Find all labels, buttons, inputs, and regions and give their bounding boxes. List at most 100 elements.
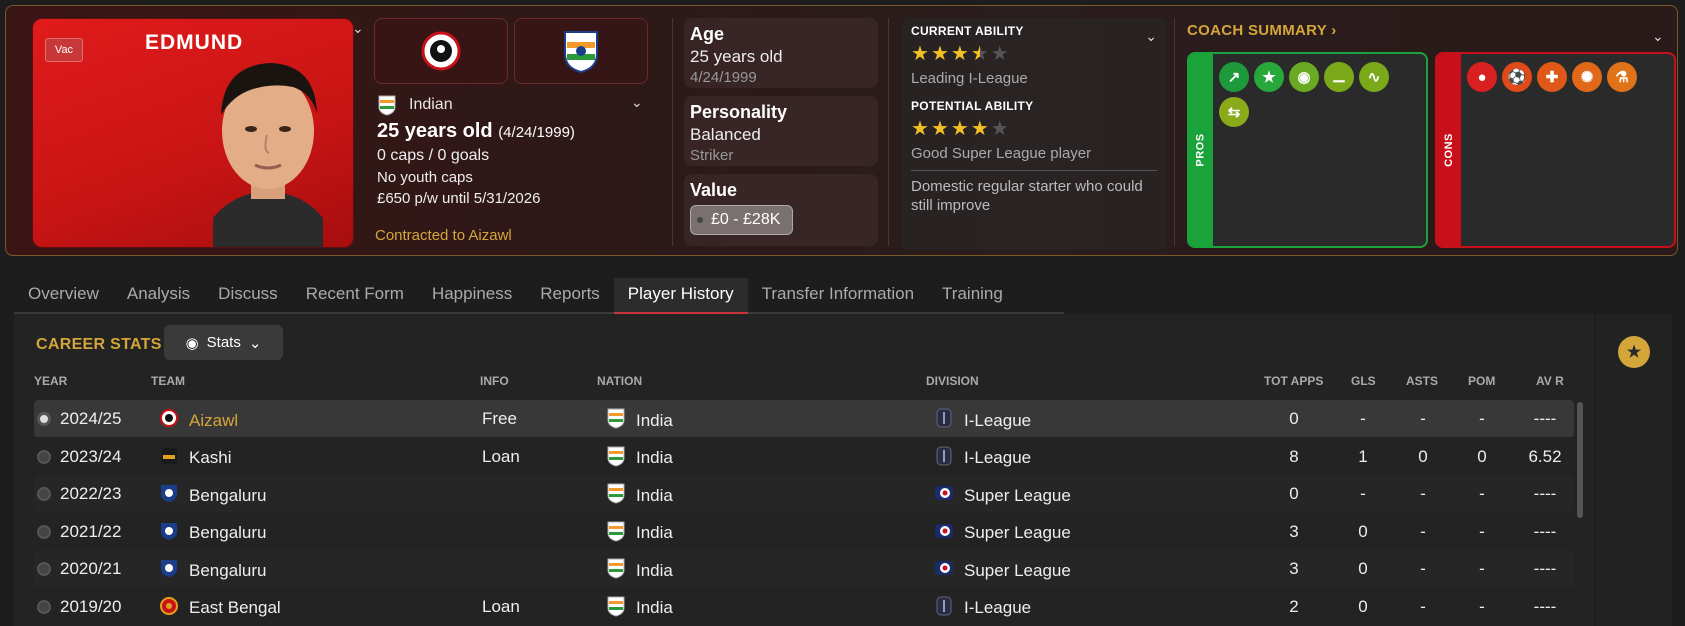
star-icon: ★ [970,43,989,65]
cell-team[interactable]: Aizawl [159,407,238,434]
col-info[interactable]: INFO [480,374,509,388]
cell-team[interactable]: Bengaluru [159,482,267,509]
cell-nation[interactable]: India [606,557,673,584]
cell-division[interactable]: Super League [934,557,1071,584]
chevron-down-icon[interactable]: ⌄ [1145,28,1157,45]
club-badge[interactable] [374,18,508,84]
trophy-icon[interactable]: ★ [1618,336,1650,368]
india-flag-icon [606,557,626,584]
pros-icons: ↗ ★ ◉ ⚊ ∿ ⇆ [1219,62,1419,127]
tab-player-history[interactable]: Player History [613,278,748,314]
table-header: YEAR TEAM INFO NATION DIVISION TOT APPS … [34,374,1574,388]
tab-reports[interactable]: Reports [526,278,614,314]
row-select-radio[interactable] [37,562,51,576]
col-av-r[interactable]: AV R [1536,374,1564,388]
cell-division[interactable]: Super League [934,520,1071,547]
divider [911,170,1157,171]
chevron-down-icon[interactable]: ⌄ [352,20,368,36]
table-row[interactable]: 2020/21 Bengaluru India Super League 3 0- - ---… [34,550,1574,587]
col-year[interactable]: YEAR [34,374,67,388]
cell-nation[interactable]: India [606,407,673,434]
eye-icon: ◉ [185,334,199,352]
tab-transfer-information[interactable]: Transfer Information [748,278,928,314]
cell-nation[interactable]: India [606,520,673,547]
divider [888,18,889,246]
row-select-radio[interactable] [37,487,51,501]
division-logo-icon [934,557,954,584]
chevron-down-icon[interactable]: ⌄ [631,94,643,111]
cell-team[interactable]: Bengaluru [159,557,267,584]
nation-name: India [636,598,673,617]
tab-discuss[interactable]: Discuss [204,278,292,314]
division-logo-icon [934,520,954,547]
row-select-radio[interactable] [37,449,51,464]
team-crest-icon [159,407,179,434]
career-table-body: 2024/25 Aizawl Free India I-League 0- - - ---- 20… [34,400,1574,625]
cell-nation[interactable]: India [606,482,673,509]
table-row[interactable]: 2023/24 Kashi Loan India I-League 8 1 0 0 6.52 [34,438,1574,475]
india-flag-icon [606,595,626,622]
cell-team[interactable]: East Bengal [159,595,281,622]
cross-icon[interactable]: ✚ [1537,62,1567,92]
star-icon[interactable]: ★ [1254,62,1284,92]
cell-team[interactable]: Kashi [159,445,232,472]
burst-icon[interactable]: ✺ [1572,62,1602,92]
chevron-down-icon[interactable]: ⌄ [1652,28,1664,45]
india-flag-icon [606,482,626,509]
contract-link[interactable]: Contracted to Aizawl [375,227,512,244]
table-row[interactable]: 2022/23 Bengaluru India Super League 0- - - ---… [34,475,1574,512]
cell-tot-apps: 8 [1289,446,1299,466]
cell-division[interactable]: Super League [934,482,1071,509]
cell-tot-apps: 3 [1289,559,1299,578]
head-icon[interactable]: ◉ [1289,62,1319,92]
col-division[interactable]: DIVISION [926,374,979,388]
cell-division[interactable]: I-League [934,595,1031,622]
table-row[interactable]: 2019/20 East Bengal Loan India I-League 2 0- - -… [34,588,1574,625]
bandage-icon[interactable]: ⚊ [1324,62,1354,92]
india-flag-icon [606,445,626,472]
flask-icon[interactable]: ⚗ [1607,62,1637,92]
tab-recent-form[interactable]: Recent Form [292,278,418,314]
current-ability-label: CURRENT ABILITY [911,24,1024,38]
tab-happiness[interactable]: Happiness [418,278,526,314]
cell-nation[interactable]: India [606,595,673,622]
caps-goals: 0 caps / 0 goals [377,147,490,164]
nationality-row[interactable]: Indian [377,94,453,116]
col-tot-apps[interactable]: TOT APPS [1264,374,1323,388]
stats-view-button[interactable]: ◉ Stats ⌄ [164,325,283,360]
table-row[interactable]: 2024/25 Aizawl Free India I-League 0- - - ---- [34,400,1574,437]
trend-up-icon[interactable]: ↗ [1219,62,1249,92]
table-scrollbar[interactable] [1577,402,1583,518]
nation-badge[interactable] [514,18,648,84]
value-card: Value £0 - £28K [684,174,878,246]
col-asts[interactable]: ASTS [1406,374,1438,388]
row-select-radio[interactable] [37,524,51,539]
bio-block: 25 years old (4/24/1999) 0 caps / 0 goal… [377,120,575,207]
tab-training[interactable]: Training [928,278,1017,314]
cell-team[interactable]: Bengaluru [159,520,267,547]
col-nation[interactable]: NATION [597,374,642,388]
cell-division[interactable]: I-League [934,445,1031,472]
tab-analysis[interactable]: Analysis [113,278,204,314]
cell-division[interactable]: I-League [934,407,1031,434]
nation-name: India [636,448,673,467]
table-row[interactable]: 2021/22 Bengaluru India Super League 3 0- - ---… [34,513,1574,550]
pros-box: PROS ↗ ★ ◉ ⚊ ∿ ⇆ [1187,52,1428,248]
pulse-icon[interactable]: ∿ [1359,62,1389,92]
cell-tot-apps: 3 [1289,521,1299,541]
cell-nation[interactable]: India [606,445,673,472]
cell-av-r: ---- [1533,409,1557,428]
col-pom[interactable]: POM [1468,374,1495,388]
value-range-pill[interactable]: £0 - £28K [690,205,794,235]
current-ability-desc: Leading I-League [911,70,1028,87]
row-select-radio[interactable] [37,599,51,614]
col-gls[interactable]: GLS [1351,374,1376,388]
col-team[interactable]: TEAM [151,374,185,388]
ball-head-icon[interactable]: ● [1467,62,1497,92]
tab-overview[interactable]: Overview [14,278,113,314]
row-select-radio[interactable] [37,412,51,426]
swap-icon[interactable]: ⇆ [1219,97,1249,127]
coach-summary-link[interactable]: COACH SUMMARY › [1187,22,1337,39]
cons-label-strip: CONS [1437,54,1461,246]
ball-kick-icon[interactable]: ⚽ [1502,62,1532,92]
